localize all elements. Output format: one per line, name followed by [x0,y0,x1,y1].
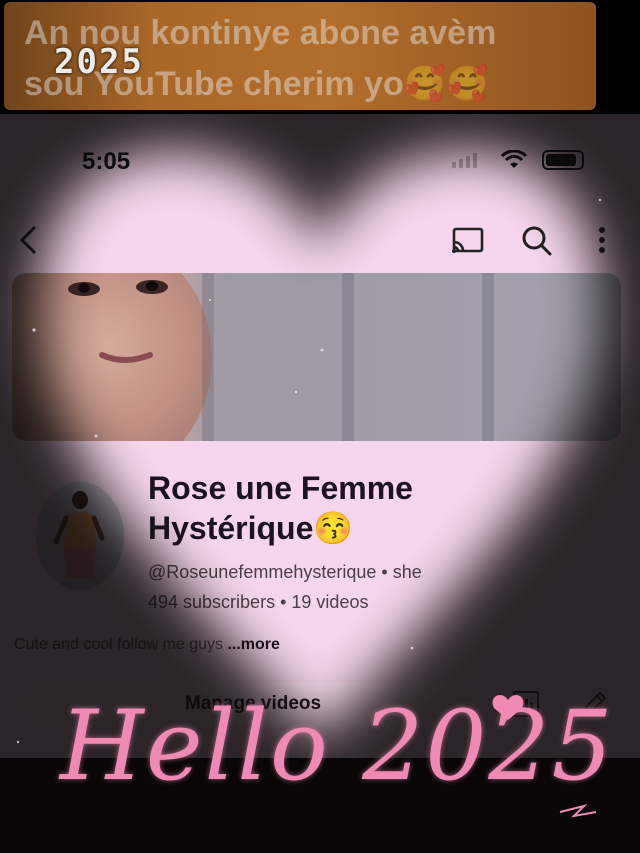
channel-banner-image [12,273,621,441]
more-vertical-icon[interactable] [584,222,620,258]
text-banner: An nou kontinye abone avèm sou YouTube c… [4,2,596,110]
channel-name-line-2: Hystérique😚 [148,510,354,546]
video-count: 19 videos [291,592,369,612]
face-features [68,280,168,363]
chevron-left-icon[interactable] [12,222,48,258]
youtube-channel-screen: 5:05 Rose une Femme Hystérique😚 @Roseune… [0,114,640,758]
channel-handle: @Roseunefemmehysterique [148,562,377,582]
separator-dot: • [381,562,393,582]
wifi-icon [500,150,528,168]
channel-avatar[interactable] [36,482,124,590]
hello-2025-text: Hello 2025 [60,690,615,802]
search-icon[interactable] [518,222,554,258]
channel-stats-row: 494 subscribers • 19 videos [148,592,368,613]
channel-name: Rose une Femme Hystérique😚 [148,468,413,548]
status-time: 5:05 [82,148,131,175]
status-icons [452,148,592,172]
channel-name-line-1: Rose une Femme [148,470,413,506]
channel-description[interactable]: Cute and cool follow me guys ...more [14,636,280,654]
year-badge: 2025 [54,42,144,82]
avatar-figure [53,491,105,578]
more-link[interactable]: ...more [227,636,279,653]
channel-pronoun: she [392,562,422,582]
battery-icon [542,150,584,170]
signal-icon [452,162,456,168]
channel-handle-row: @Roseunefemmehysterique • she [148,562,422,583]
cast-icon[interactable] [450,222,486,258]
subscriber-count: 494 subscribers [148,592,276,612]
description-text: Cute and cool follow me guys [14,636,223,653]
separator-dot: • [280,592,292,612]
